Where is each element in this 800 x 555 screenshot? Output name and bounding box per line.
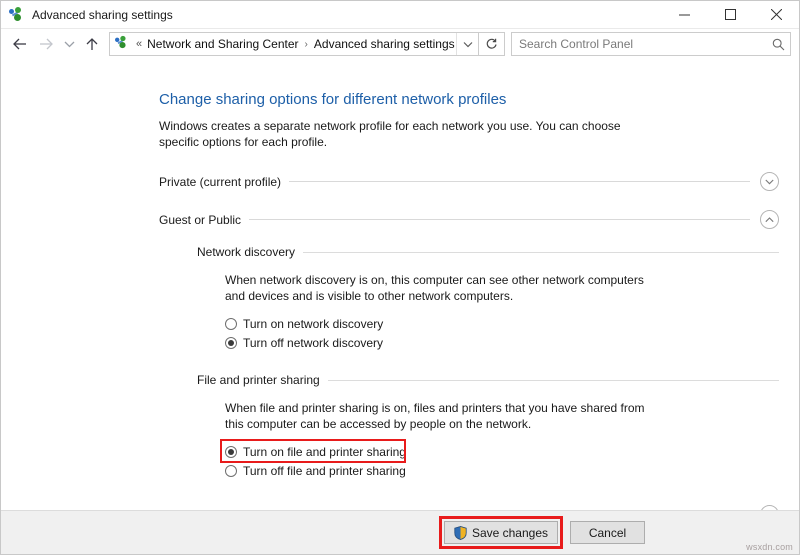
breadcrumb[interactable]: « Network and Sharing Center › Advanced … (109, 32, 479, 56)
section-title-network-discovery: Network discovery (197, 245, 295, 259)
divider (289, 181, 750, 182)
section-description-network-discovery: When network discovery is on, this compu… (225, 272, 655, 304)
search-icon[interactable] (766, 38, 790, 51)
breadcrumb-chevron-down-icon[interactable] (456, 33, 478, 55)
profile-label-private: Private (current profile) (159, 175, 281, 189)
radio-turn-on-file-and-printer-sharing[interactable]: Turn on file and printer sharing (225, 443, 779, 460)
page-description: Windows creates a separate network profi… (159, 118, 647, 150)
radio-label: Turn on network discovery (243, 317, 383, 331)
breadcrumb-separator-icon: › (305, 39, 308, 50)
radio-button[interactable] (225, 337, 237, 349)
radio-label: Turn on file and printer sharing (243, 445, 406, 459)
chevron-up-icon[interactable] (760, 210, 779, 229)
radio-turn-on-network-discovery[interactable]: Turn on network discovery (225, 315, 779, 332)
footer-bar: Save changes Cancel wsxdn.com (1, 510, 799, 554)
radio-label: Turn off file and printer sharing (243, 464, 406, 478)
profile-section-private[interactable]: Private (current profile) (159, 172, 779, 191)
page-title: Change sharing options for different net… (159, 91, 779, 108)
title-bar: Advanced sharing settings (1, 1, 799, 29)
recent-locations-chevron-down-icon[interactable] (59, 31, 79, 57)
divider (328, 380, 779, 381)
divider (303, 252, 779, 253)
breadcrumb-overflow-icon[interactable]: « (136, 38, 142, 50)
refresh-button[interactable] (479, 32, 505, 56)
search-box[interactable]: Search Control Panel (511, 32, 791, 56)
content-area: Change sharing options for different net… (1, 59, 799, 510)
cancel-button[interactable]: Cancel (570, 521, 645, 544)
breadcrumb-network-sharing-icon (115, 35, 131, 54)
forward-button[interactable] (33, 31, 59, 57)
save-changes-button[interactable]: Save changes (444, 521, 558, 544)
search-input[interactable]: Search Control Panel (512, 37, 766, 51)
section-header: Network discovery (197, 245, 779, 259)
section-file-and-printer-sharing: File and printer sharing When file and p… (197, 373, 779, 479)
section-title-file-and-printer-sharing: File and printer sharing (197, 373, 320, 387)
advanced-sharing-settings-window: Advanced sharing settings (0, 0, 800, 555)
navigation-bar: « Network and Sharing Center › Advanced … (1, 29, 799, 59)
watermark: wsxdn.com (746, 542, 793, 552)
close-button[interactable] (753, 1, 799, 29)
back-button[interactable] (7, 31, 33, 57)
chevron-down-icon[interactable] (760, 172, 779, 191)
radio-label: Turn off network discovery (243, 336, 383, 350)
maximize-button[interactable] (707, 1, 753, 29)
up-button[interactable] (79, 31, 105, 57)
radio-button[interactable] (225, 446, 237, 458)
section-header: File and printer sharing (197, 373, 779, 387)
save-changes-label: Save changes (472, 526, 548, 540)
radio-button[interactable] (225, 318, 237, 330)
profile-section-guest-or-public[interactable]: Guest or Public (159, 210, 779, 229)
radio-group-file-and-printer-sharing: Turn on file and printer sharing Turn of… (225, 443, 779, 479)
uac-shield-icon (454, 526, 468, 540)
radio-turn-off-file-and-printer-sharing[interactable]: Turn off file and printer sharing (225, 462, 779, 479)
network-sharing-icon (9, 7, 25, 23)
radio-turn-off-network-discovery[interactable]: Turn off network discovery (225, 334, 779, 351)
cancel-label: Cancel (589, 526, 626, 540)
profile-label-guest-or-public: Guest or Public (159, 213, 241, 227)
divider (249, 219, 750, 220)
breadcrumb-item-network-and-sharing-center[interactable]: Network and Sharing Center (147, 37, 298, 51)
save-changes-wrapper: Save changes (444, 521, 558, 544)
breadcrumb-item-advanced-sharing-settings[interactable]: Advanced sharing settings (314, 37, 455, 51)
minimize-button[interactable] (661, 1, 707, 29)
radio-group-network-discovery: Turn on network discovery Turn off netwo… (225, 315, 779, 351)
section-network-discovery: Network discovery When network discovery… (197, 245, 779, 351)
radio-button[interactable] (225, 465, 237, 477)
window-title: Advanced sharing settings (32, 8, 661, 22)
section-description-file-and-printer-sharing: When file and printer sharing is on, fil… (225, 400, 655, 432)
